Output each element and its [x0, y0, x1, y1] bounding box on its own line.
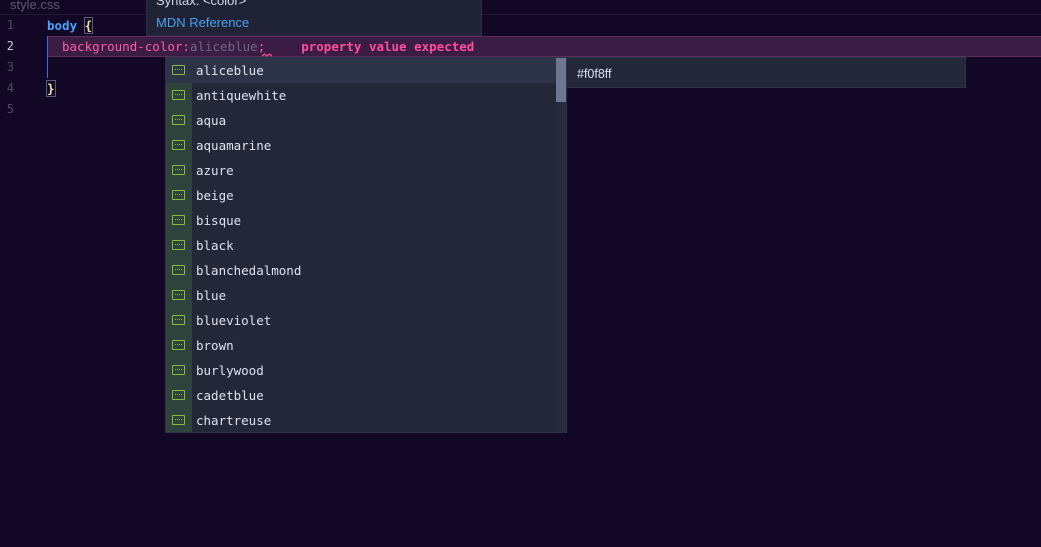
suggestion-label: black: [196, 238, 234, 253]
value-icon: [172, 165, 185, 175]
suggestion-item[interactable]: burlywood: [166, 358, 556, 383]
suggestion-label: blanchedalmond: [196, 263, 302, 278]
semicolon: ;: [257, 39, 266, 54]
suggestion-label: aqua: [196, 113, 227, 128]
suggestion-item[interactable]: aqua: [166, 108, 556, 133]
value-icon: [172, 265, 185, 275]
suggestion-scrollbar-track[interactable]: [556, 58, 566, 432]
suggestion-item[interactable]: brown: [166, 333, 556, 358]
value-icon: [172, 415, 185, 425]
value-icon: [172, 340, 185, 350]
colon: :: [182, 39, 190, 54]
suggestion-item[interactable]: chartreuse: [166, 408, 556, 432]
value-icon: [172, 140, 185, 150]
open-brace: {: [83, 17, 94, 34]
suggestion-item[interactable]: black: [166, 233, 556, 258]
suggestion-widget[interactable]: aliceblue antiquewhite aqua aquamarine azure…: [165, 57, 567, 433]
line-number-2: 2: [6, 39, 14, 53]
line-number-4: 4: [6, 81, 14, 95]
hover-syntax: Syntax: <color>: [156, 0, 247, 8]
code-line-4[interactable]: }: [46, 78, 56, 99]
file-tab[interactable]: style.css: [10, 0, 60, 12]
css-property: background-color: [62, 39, 183, 54]
suggestion-item[interactable]: aquamarine: [166, 133, 556, 158]
value-icon: [172, 240, 185, 250]
code-line-1[interactable]: body {: [47, 15, 94, 36]
value-icon: [172, 215, 185, 225]
suggestion-label: azure: [196, 163, 234, 178]
suggestion-item[interactable]: bisque: [166, 208, 556, 233]
suggestion-label: chartreuse: [196, 413, 272, 428]
suggestion-label: burlywood: [196, 363, 264, 378]
suggestion-scrollbar-thumb[interactable]: [556, 58, 566, 102]
suggestion-label: bisque: [196, 213, 242, 228]
suggestion-details: #f0f8ff: [566, 57, 966, 88]
editor-window: style.css 1 2 3 4 5 body { background-co…: [0, 0, 1041, 547]
line-number-3: 3: [6, 60, 14, 74]
line-number-5: 5: [6, 102, 14, 116]
value-icon: [172, 290, 185, 300]
value-icon: [172, 90, 185, 100]
suggestion-label: cadetblue: [196, 388, 264, 403]
close-brace: }: [46, 80, 56, 97]
value-icon: [172, 365, 185, 375]
suggestion-label: blueviolet: [196, 313, 272, 328]
mdn-reference-link[interactable]: MDN Reference: [156, 15, 249, 30]
line-number-1: 1: [6, 18, 14, 32]
suggestion-item[interactable]: azure: [166, 158, 556, 183]
suggestion-label: brown: [196, 338, 234, 353]
value-icon: [172, 65, 185, 75]
suggestion-item[interactable]: blue: [166, 283, 556, 308]
suggestion-label: blue: [196, 288, 227, 303]
suggestion-item[interactable]: blanchedalmond: [166, 258, 556, 283]
value-icon: [172, 315, 185, 325]
hover-tooltip: Syntax: <color> MDN Reference: [146, 0, 482, 36]
suggestion-item[interactable]: blueviolet: [166, 308, 556, 333]
suggestion-label: antiquewhite: [196, 88, 287, 103]
suggestion-label: aquamarine: [196, 138, 272, 153]
css-selector: body: [47, 18, 78, 33]
suggestion-label: beige: [196, 188, 234, 203]
suggestion-item[interactable]: aliceblue: [166, 58, 556, 83]
indent-guide: [47, 36, 48, 78]
value-icon: [172, 190, 185, 200]
suggestion-item[interactable]: beige: [166, 183, 556, 208]
value-icon: [172, 390, 185, 400]
inline-error-message: property value expected: [301, 39, 475, 54]
color-hex-value: #f0f8ff: [577, 67, 612, 81]
suggestion-label: aliceblue: [196, 63, 264, 78]
ghost-completion: aliceblue: [189, 39, 258, 54]
suggestion-item[interactable]: antiquewhite: [166, 83, 556, 108]
suggestion-item[interactable]: cadetblue: [166, 383, 556, 408]
value-icon: [172, 115, 185, 125]
